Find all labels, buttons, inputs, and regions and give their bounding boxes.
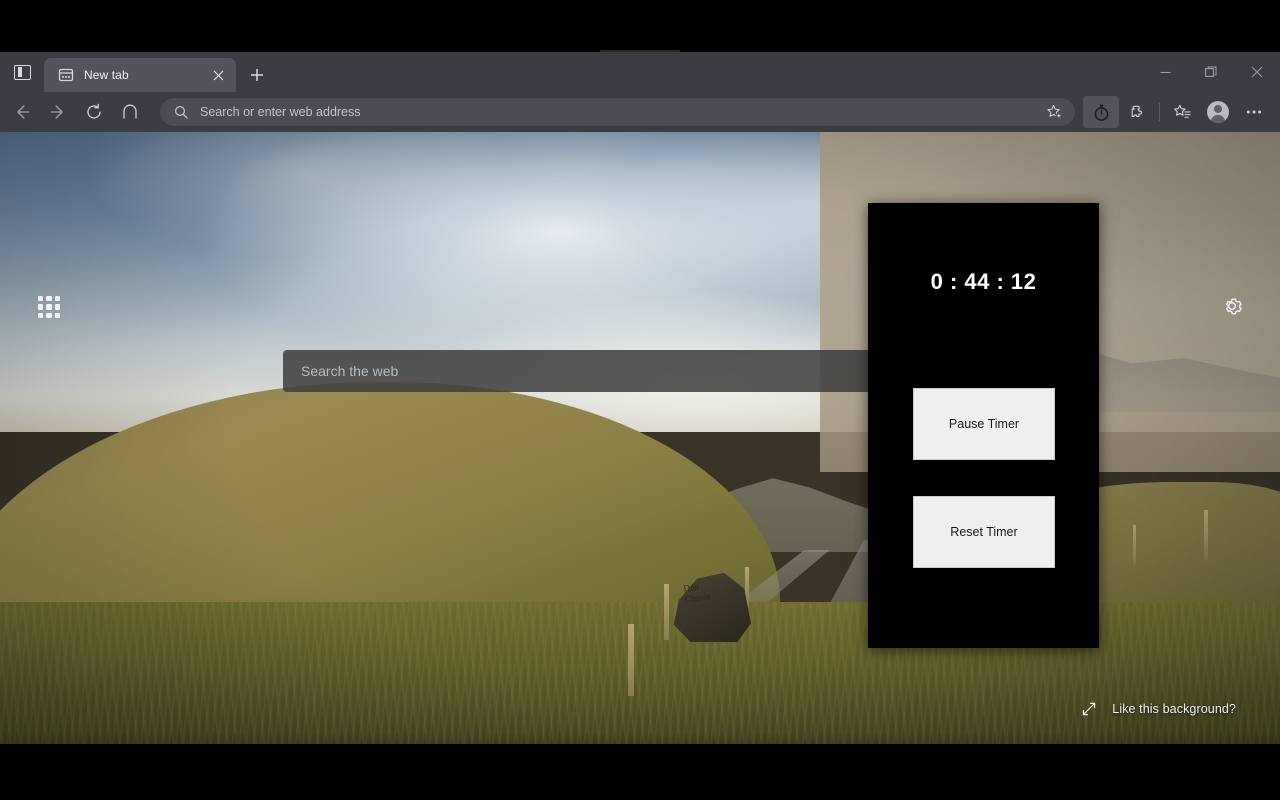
top-black-strip: [0, 0, 1280, 52]
minimize-button[interactable]: [1142, 52, 1188, 92]
browser-tab[interactable]: New tab: [44, 58, 236, 92]
like-background-button[interactable]: Like this background?: [1082, 702, 1236, 716]
page-settings-button[interactable]: [1218, 292, 1246, 320]
bottom-black-strip: [0, 744, 1280, 800]
minimize-icon: [1160, 71, 1170, 73]
extensions-button[interactable]: [1119, 96, 1155, 128]
app-dot: [38, 312, 44, 318]
back-arrow-icon: [17, 105, 30, 119]
timer-extension-button[interactable]: [1083, 96, 1119, 128]
address-bar[interactable]: Search or enter web address: [160, 98, 1075, 126]
pause-timer-button[interactable]: Pause Timer: [913, 388, 1055, 460]
forward-button[interactable]: [40, 96, 76, 128]
refresh-icon: [87, 103, 101, 119]
refresh-button[interactable]: [76, 96, 112, 128]
app-dot: [54, 304, 60, 310]
app-launcher-button[interactable]: [36, 294, 62, 320]
toolbar-divider: [1159, 103, 1160, 121]
app-dot: [38, 304, 44, 310]
app-dot: [54, 312, 60, 318]
stopwatch-icon: [1094, 104, 1108, 121]
home-button[interactable]: [112, 96, 148, 128]
app-dot: [46, 296, 52, 302]
tab-strip: New tab: [0, 52, 1280, 92]
search-icon: [174, 105, 188, 119]
ellipsis-icon: [1246, 110, 1262, 114]
browser-window: New tab Search or enter web address Sear…: [0, 52, 1280, 744]
new-tab-favicon: [58, 68, 74, 82]
address-bar-placeholder: Search or enter web address: [200, 105, 361, 119]
browser-toolbar: Search or enter web address: [0, 92, 1280, 132]
back-button[interactable]: [4, 96, 40, 128]
window-controls: [1142, 52, 1280, 92]
close-icon: [1251, 66, 1263, 78]
restore-icon: [1205, 66, 1217, 77]
web-search-placeholder: Search the web: [301, 363, 399, 379]
avatar: [1207, 101, 1229, 123]
collections-icon: [1173, 104, 1191, 118]
puzzle-piece-icon: [1131, 105, 1142, 117]
app-dot: [38, 296, 44, 302]
gear-icon: [1225, 298, 1242, 315]
home-icon: [123, 104, 137, 119]
new-tab-button[interactable]: [240, 58, 274, 92]
sidebar-icon: [13, 64, 31, 80]
new-tab-page: Dún Chaoin Search the web: [0, 132, 1280, 744]
more-options-button[interactable]: [1236, 96, 1272, 128]
app-dot: [54, 296, 60, 302]
forward-arrow-icon: [50, 105, 63, 119]
reset-timer-button[interactable]: Reset Timer: [913, 496, 1055, 568]
app-dot: [46, 312, 52, 318]
timer-extension-popup: 0 : 44 : 12 Pause Timer Reset Timer: [868, 203, 1099, 648]
timer-display: 0 : 44 : 12: [930, 269, 1037, 294]
tab-title: New tab: [84, 68, 129, 82]
sidebar-toggle-button[interactable]: [0, 52, 44, 92]
restore-button[interactable]: [1188, 52, 1234, 92]
profile-button[interactable]: [1200, 96, 1236, 128]
add-favorite-button[interactable]: [1039, 100, 1069, 124]
close-button[interactable]: [1234, 52, 1280, 92]
expand-arrows-icon: [1082, 702, 1096, 716]
screen: New tab Search or enter web address Sear…: [0, 0, 1280, 800]
star-plus-icon: [1046, 104, 1062, 119]
like-background-label: Like this background?: [1112, 702, 1236, 716]
tab-close-icon[interactable]: [208, 65, 228, 85]
collections-button[interactable]: [1164, 96, 1200, 128]
plus-icon: [251, 69, 263, 81]
app-dot: [46, 304, 52, 310]
